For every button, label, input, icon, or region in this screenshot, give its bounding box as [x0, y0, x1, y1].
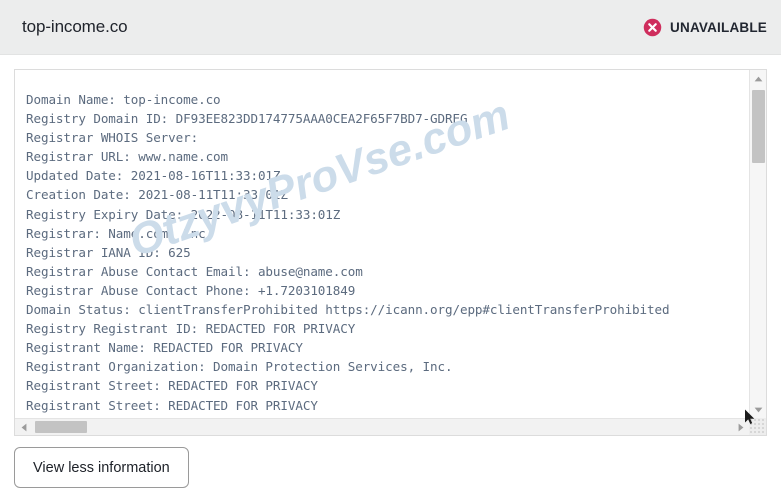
circle-x-icon	[643, 18, 662, 36]
panel-footer: View less information	[14, 447, 189, 488]
triangle-left-icon	[21, 423, 26, 431]
page-title: top-income.co	[22, 17, 128, 36]
scroll-right-button[interactable]	[732, 419, 749, 435]
resize-grip-icon[interactable]	[749, 418, 766, 435]
view-less-information-button[interactable]: View less information	[14, 447, 189, 488]
vertical-scroll-thumb[interactable]	[752, 90, 765, 163]
vertical-scrollbar[interactable]	[749, 70, 766, 418]
status-badge: UNAVAILABLE	[643, 18, 771, 37]
whois-result-panel: top-income.co UNAVAILABLE Domain Name: t…	[0, 0, 781, 503]
triangle-up-icon	[754, 76, 762, 81]
horizontal-scrollbar[interactable]	[15, 418, 749, 435]
scroll-left-button[interactable]	[15, 419, 32, 435]
triangle-right-icon	[738, 423, 743, 431]
scroll-down-button[interactable]	[750, 401, 766, 418]
scroll-up-button[interactable]	[750, 70, 766, 87]
horizontal-scroll-thumb[interactable]	[35, 421, 87, 433]
whois-raw-text: Domain Name: top-income.co Registry Doma…	[26, 92, 670, 413]
whois-textarea[interactable]: Domain Name: top-income.co Registry Doma…	[14, 69, 767, 436]
triangle-down-icon	[754, 407, 762, 412]
status-badge-label: UNAVAILABLE	[670, 19, 767, 35]
panel-header: top-income.co UNAVAILABLE	[0, 0, 781, 55]
whois-text-viewport[interactable]: Domain Name: top-income.co Registry Doma…	[15, 70, 749, 418]
